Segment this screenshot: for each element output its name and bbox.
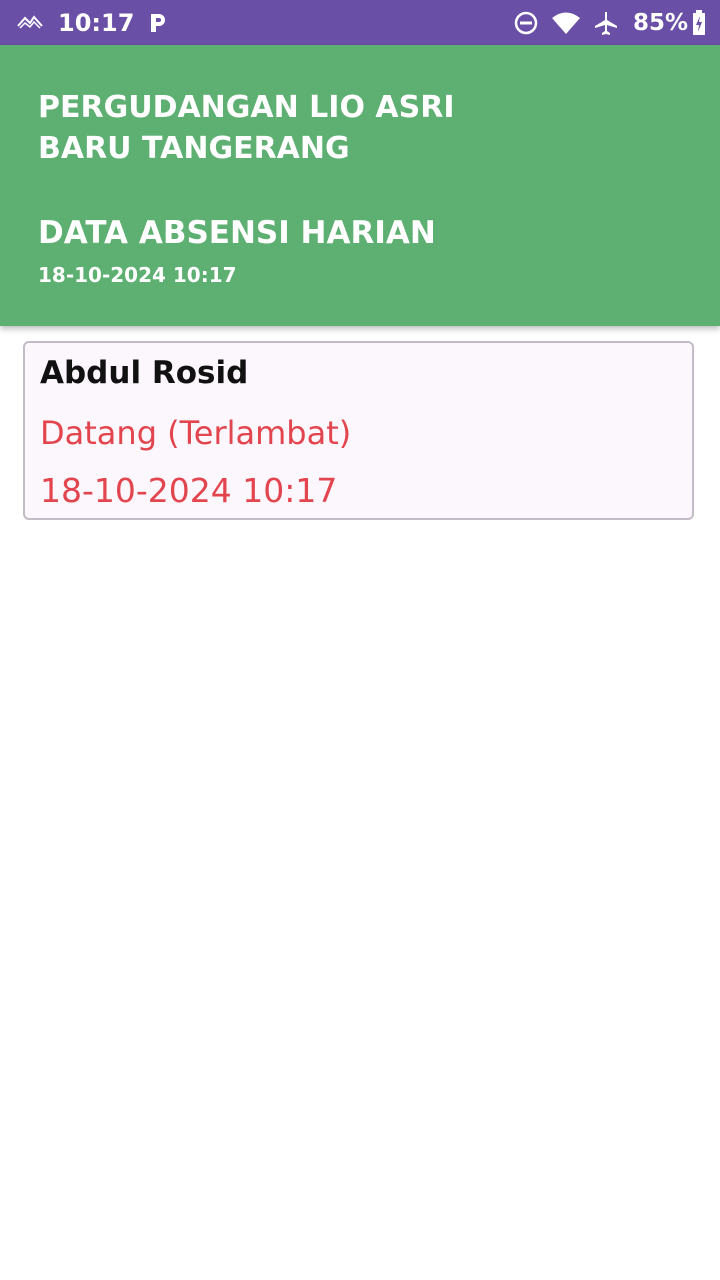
attendance-datetime: 18-10-2024 10:17 [40,471,338,510]
battery-icon [692,9,706,36]
battery-percent: 85% [632,9,688,36]
employee-name: Abdul Rosid [40,355,249,391]
header-datetime: 18-10-2024 10:17 [38,263,237,287]
status-bar-right: 85% [501,0,706,45]
signal-icon [16,12,44,34]
app-header: PERGUDANGAN LIO ASRI BARU TANGERANG DATA… [0,45,720,326]
attendance-card[interactable]: Abdul Rosid Datang (Terlambat) 18-10-202… [23,341,694,520]
attendance-status: Datang (Terlambat) [40,414,352,452]
do-not-disturb-icon [513,10,539,36]
company-name: PERGUDANGAN LIO ASRI BARU TANGERANG [38,90,455,166]
status-bar: 10:17 85% [0,0,720,45]
status-time: 10:17 [58,8,135,37]
wifi-icon [551,11,581,35]
status-bar-left: 10:17 [16,0,168,45]
airplane-icon [593,10,619,36]
parking-icon [148,13,168,33]
page-title: DATA ABSENSI HARIAN [38,215,436,251]
